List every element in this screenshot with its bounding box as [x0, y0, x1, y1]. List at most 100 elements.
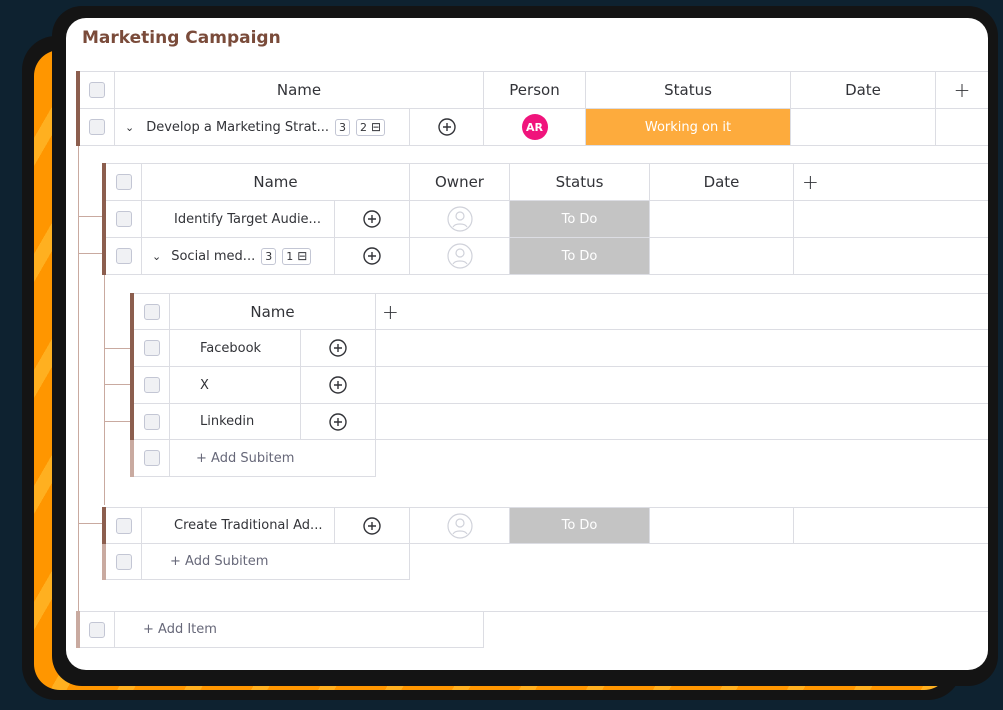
column-header-status[interactable]: Status: [586, 71, 791, 109]
nested-column-header-name[interactable]: Name: [170, 293, 376, 330]
subitems-icon: ⊟: [297, 249, 308, 263]
subitem-checkbox-cell[interactable]: [106, 201, 142, 238]
plus-icon: +: [802, 170, 819, 194]
plus-icon: +: [382, 299, 399, 324]
subitems-column-header-name[interactable]: Name: [142, 163, 410, 201]
subitems-icon: ⊟: [371, 120, 382, 134]
empty-avatar-icon: [446, 512, 473, 539]
nested-item-checkbox-cell[interactable]: [134, 404, 170, 440]
nested-item-checkbox[interactable]: [143, 413, 160, 430]
nested-item-checkbox-cell[interactable]: [134, 330, 170, 367]
empty-avatar-icon: [446, 243, 473, 269]
nested-item-checkbox-cell[interactable]: [134, 367, 170, 404]
add-item-button[interactable]: + Add Item: [115, 611, 484, 648]
add-update-button[interactable]: [410, 109, 484, 146]
nested-select-all-cell[interactable]: [134, 293, 170, 330]
date-cell[interactable]: [650, 507, 794, 544]
item-name-cell[interactable]: ⌄ Develop a Marketing Strat... 3 2 ⊟: [115, 109, 410, 146]
item-checkbox-cell[interactable]: [80, 109, 115, 146]
add-update-button[interactable]: [335, 507, 410, 544]
subitem-checkbox[interactable]: [115, 517, 132, 534]
date-cell[interactable]: [650, 201, 794, 238]
subitems-add-column-button[interactable]: +: [794, 163, 988, 201]
subitems-count: 2: [360, 120, 368, 134]
status-label[interactable]: To Do: [510, 238, 650, 275]
add-update-button[interactable]: [335, 238, 410, 275]
empty-cell: [936, 109, 988, 146]
nested-add-column-button[interactable]: +: [376, 293, 988, 330]
status-label[interactable]: To Do: [510, 507, 650, 544]
updates-count-badge[interactable]: 3: [335, 118, 351, 136]
subitems-count-badge[interactable]: 1 ⊟: [282, 247, 312, 265]
subitem-name[interactable]: Identify Target Audie...: [142, 201, 335, 238]
person-cell[interactable]: AR: [484, 109, 586, 146]
tree-connector: [78, 253, 102, 254]
add-update-button[interactable]: [301, 367, 376, 404]
empty-cell: [376, 367, 988, 404]
subitem-checkbox-cell[interactable]: [106, 238, 142, 275]
owner-cell[interactable]: [410, 201, 510, 238]
subitems-count: 1: [286, 249, 294, 263]
add-update-icon: [363, 210, 381, 228]
add-update-icon: [329, 339, 347, 357]
subitem-name[interactable]: Social med...: [171, 249, 255, 264]
nested-item-name[interactable]: Linkedin: [170, 404, 301, 440]
updates-count-badge[interactable]: 3: [261, 247, 277, 265]
add-update-button[interactable]: [301, 330, 376, 367]
add-item-checkbox: [89, 621, 105, 638]
owner-cell[interactable]: [410, 507, 510, 544]
subitems-column-header-status[interactable]: Status: [510, 163, 650, 201]
empty-avatar-icon: [446, 206, 473, 232]
subitems-count-badge[interactable]: 2 ⊟: [356, 118, 386, 136]
tree-line: [104, 275, 105, 505]
item-name[interactable]: Develop a Marketing Strat...: [146, 120, 329, 135]
date-cell[interactable]: [791, 109, 936, 146]
date-cell[interactable]: [650, 238, 794, 275]
column-header-name[interactable]: Name: [115, 71, 484, 109]
select-all-checkbox-cell[interactable]: [80, 71, 115, 109]
select-all-checkbox[interactable]: [89, 82, 105, 98]
nested-select-all-checkbox[interactable]: [143, 303, 160, 320]
subitem-name[interactable]: Create Traditional Ad...: [142, 507, 335, 544]
subitems-select-all-cell[interactable]: [106, 163, 142, 201]
owner-cell[interactable]: [410, 238, 510, 275]
add-item-checkbox-cell: [80, 611, 115, 648]
add-update-icon: [329, 412, 347, 431]
subitem-checkbox[interactable]: [115, 211, 132, 227]
status-label[interactable]: To Do: [510, 201, 650, 238]
nested-add-checkbox-cell: [134, 440, 170, 477]
chevron-down-icon[interactable]: ⌄: [125, 121, 134, 134]
nested-item-checkbox[interactable]: [143, 340, 160, 356]
subitems-column-header-owner[interactable]: Owner: [410, 163, 510, 201]
add-update-icon: [437, 118, 456, 136]
add-column-button[interactable]: +: [936, 71, 988, 109]
chevron-down-icon[interactable]: ⌄: [152, 250, 161, 263]
subitems-select-all-checkbox[interactable]: [115, 174, 132, 190]
tree-line: [78, 146, 79, 636]
divider: [484, 611, 988, 612]
status-label[interactable]: Working on it: [586, 109, 791, 146]
empty-cell: [794, 201, 988, 238]
subitem-checkbox[interactable]: [115, 248, 132, 264]
subitem-checkbox-cell[interactable]: [106, 507, 142, 544]
subitems-column-header-date[interactable]: Date: [650, 163, 794, 201]
column-header-date[interactable]: Date: [791, 71, 936, 109]
subitem-name-cell[interactable]: ⌄ Social med... 3 1 ⊟: [142, 238, 335, 275]
nested-item-checkbox[interactable]: [143, 377, 160, 393]
nested-add-subitem-button[interactable]: + Add Subitem: [170, 440, 376, 477]
subitems-add-checkbox: [115, 553, 132, 570]
add-update-button[interactable]: [335, 201, 410, 238]
item-checkbox[interactable]: [89, 119, 105, 135]
board-title: Marketing Campaign: [82, 28, 281, 48]
empty-cell: [794, 238, 988, 275]
add-update-icon: [363, 247, 381, 265]
add-update-icon: [363, 516, 381, 535]
column-header-person[interactable]: Person: [484, 71, 586, 109]
plus-icon: +: [953, 78, 971, 102]
add-subitem-button[interactable]: + Add Subitem: [142, 544, 410, 580]
nested-item-name[interactable]: Facebook: [170, 330, 301, 367]
nested-item-name[interactable]: X: [170, 367, 301, 404]
avatar[interactable]: AR: [521, 114, 548, 140]
add-update-icon: [329, 376, 347, 394]
add-update-button[interactable]: [301, 404, 376, 440]
